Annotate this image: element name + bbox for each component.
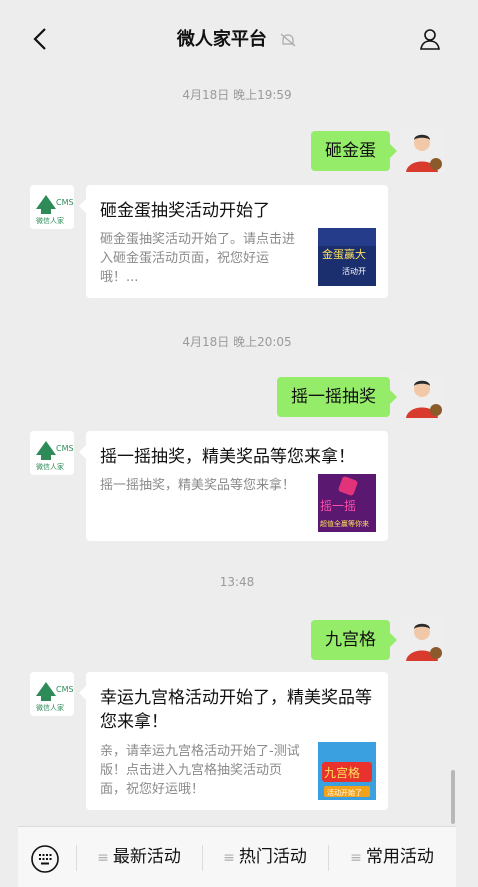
keyboard-icon [31, 845, 59, 873]
thumb-text: 金蛋赢大 [322, 247, 366, 261]
card-description: 摇一摇抽奖，精美奖品等您来拿！ [100, 478, 296, 493]
card-title: 摇一摇抽奖，精美奖品等您来拿！ [100, 447, 355, 467]
logo-bottom-text: 微信人家 [36, 462, 64, 471]
card-thumbnail: 九宫格 活动开始了 [318, 742, 376, 800]
sent-message[interactable]: 九宫格 [311, 620, 397, 660]
thumb-subtext: 活动开 [342, 266, 366, 276]
cms-logo-icon: CMS 微信人家 [30, 431, 74, 475]
logo-top-text: CMS [56, 685, 74, 694]
top-bar: 微人家平台 [18, 0, 456, 80]
sent-message[interactable]: 砸金蛋 [311, 131, 397, 171]
timestamp: 4月18日 晚上20:05 [182, 335, 292, 349]
person-icon [420, 29, 440, 50]
bot-avatar[interactable]: CMS 微信人家 [30, 185, 74, 229]
timestamp: 4月18日 晚上19:59 [182, 88, 292, 102]
menu-common-activities[interactable]: ≡ 常用活动 [328, 827, 456, 887]
article-card[interactable]: 摇一摇抽奖，精美奖品等您来拿！ 摇一摇抽奖，精美奖品等您来拿！ 摇一摇 超值全赢… [79, 431, 388, 541]
card-thumbnail: 摇一摇 超值全赢等你来 [318, 474, 376, 532]
user-avatar-image [400, 617, 444, 661]
cms-logo-icon: CMS 微信人家 [30, 672, 74, 716]
card-title: 砸金蛋抽奖活动开始了 [100, 201, 270, 221]
bottom-menu-bar: ≡ 最新活动 ≡ 热门活动 ≡ 常用活动 [18, 826, 456, 887]
chat-title: 微人家平台 [176, 29, 267, 50]
user-avatar[interactable] [400, 617, 444, 661]
card-description: 砸金蛋抽奖活动开始了。请点击进入砸金蛋活动页面，祝您好运哦！... [100, 232, 296, 285]
menu-list-icon: ≡ [350, 850, 362, 866]
thumb-subtext: 超值全赢等你来 [320, 519, 369, 528]
card-thumbnail: 金蛋赢大 活动开 [318, 228, 376, 286]
bot-avatar[interactable]: CMS 微信人家 [30, 672, 74, 716]
keyboard-toggle-button[interactable] [30, 844, 60, 874]
logo-top-text: CMS [56, 444, 74, 453]
menu-label: 热门活动 [238, 847, 307, 867]
bot-avatar[interactable]: CMS 微信人家 [30, 431, 74, 475]
bell-mute-icon [280, 33, 296, 47]
sent-message[interactable]: 摇一摇抽奖 [277, 377, 397, 417]
user-avatar-image [400, 128, 444, 172]
card-title: 幸运九宫格活动开始了，精美奖品等您来拿！ [100, 688, 372, 732]
menu-label: 最新活动 [112, 847, 181, 867]
menu-list-icon: ≡ [97, 850, 109, 866]
thumb-text: 摇一摇 [320, 499, 356, 513]
user-avatar[interactable] [400, 128, 444, 172]
scrollbar[interactable] [451, 770, 455, 824]
logo-top-text: CMS [56, 198, 74, 207]
thumb-subtext: 活动开始了 [327, 788, 362, 797]
menu-latest-activities[interactable]: ≡ 最新活动 [76, 827, 202, 887]
menu-list-icon: ≡ [223, 850, 235, 866]
user-avatar[interactable] [400, 374, 444, 418]
cms-logo-icon: CMS 微信人家 [30, 185, 74, 229]
thumb-text: 九宫格 [324, 765, 360, 780]
article-card[interactable]: 砸金蛋抽奖活动开始了 砸金蛋抽奖活动开始了。请点击进入砸金蛋活动页面，祝您好运哦… [79, 185, 388, 298]
menu-label: 常用活动 [365, 847, 434, 867]
chat-title-wrap: 微人家平台 [18, 25, 456, 51]
profile-button[interactable] [418, 27, 442, 51]
menu-hot-activities[interactable]: ≡ 热门活动 [202, 827, 328, 887]
timestamp: 13:48 [219, 575, 255, 589]
logo-bottom-text: 微信人家 [36, 703, 64, 712]
user-avatar-image [400, 374, 444, 418]
logo-bottom-text: 微信人家 [36, 216, 64, 225]
card-description: 亲，请幸运九宫格活动开始了-测试版！点击进入九宫格抽奖活动页面，祝您好运哦！ [100, 744, 300, 797]
article-card[interactable]: 幸运九宫格活动开始了，精美奖品等您来拿！ 亲，请幸运九宫格活动开始了-测试版！点… [79, 672, 388, 810]
